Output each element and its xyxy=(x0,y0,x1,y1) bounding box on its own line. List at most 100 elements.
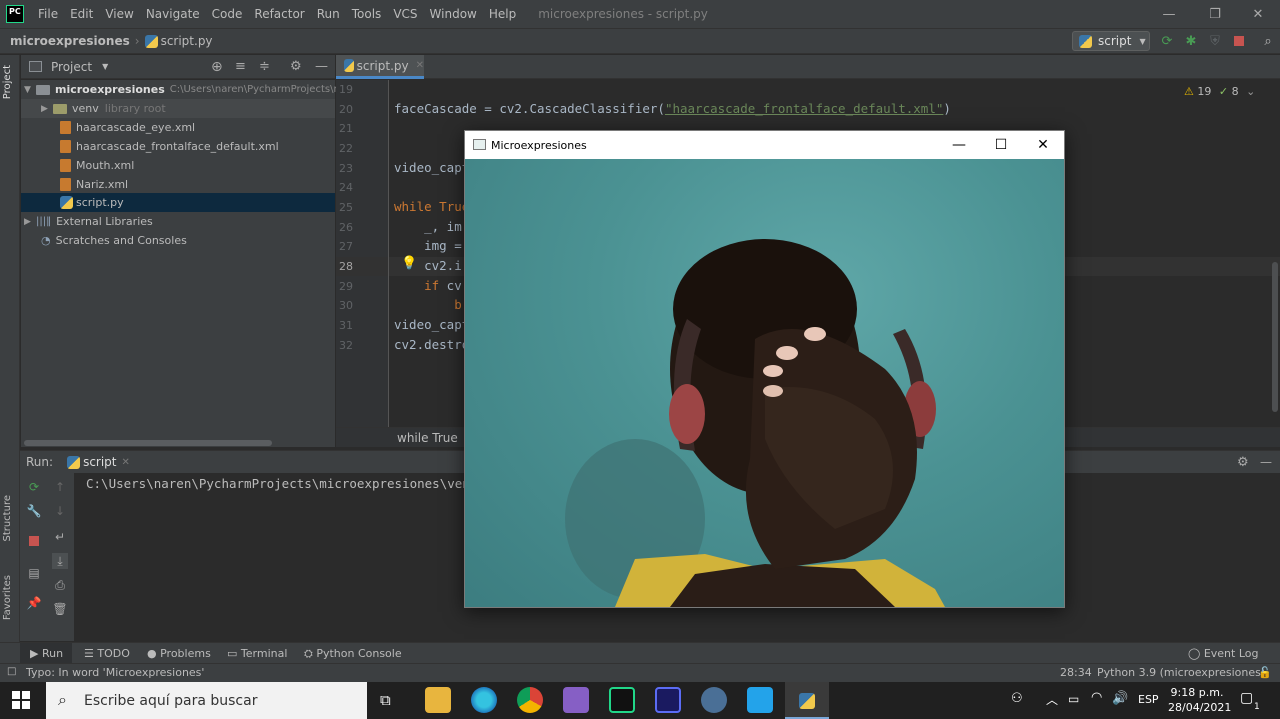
tool-tab-problems[interactable]: ● Problems xyxy=(147,647,211,660)
tool-tab-event-log[interactable]: ◯ Event Log xyxy=(1188,647,1258,660)
breadcrumb-project[interactable]: microexpresiones xyxy=(10,34,130,48)
menu-navigate[interactable]: Navigate xyxy=(140,7,206,21)
close-tab-icon[interactable]: ✕ xyxy=(416,60,424,71)
pin-icon[interactable]: 📌 xyxy=(26,595,42,611)
tree-item-scratches[interactable]: ◔ Scratches and Consoles xyxy=(41,231,187,250)
tool-tab-todo[interactable]: ☰ TODO xyxy=(84,647,130,660)
breadcrumb-file[interactable]: script.py xyxy=(161,34,213,48)
menu-tools[interactable]: Tools xyxy=(346,7,388,21)
trash-icon[interactable]: 🗑 xyxy=(52,601,68,617)
close-tab-icon[interactable]: ✕ xyxy=(122,457,130,468)
hide-panel-icon[interactable]: — xyxy=(1260,455,1272,469)
run-tab-label[interactable]: script xyxy=(83,455,116,469)
hide-panel-icon[interactable]: — xyxy=(315,59,328,74)
menu-refactor[interactable]: Refactor xyxy=(248,7,310,21)
chevron-down-icon[interactable]: ▼ xyxy=(102,62,108,71)
chrome-icon[interactable] xyxy=(517,687,543,713)
arrow-up-icon[interactable]: ↑ xyxy=(52,479,68,495)
tool-tab-label: Run xyxy=(41,647,64,660)
lightbulb-icon[interactable]: 💡 xyxy=(401,256,417,271)
gear-icon[interactable]: ⚙ xyxy=(290,59,302,74)
status-square-icon[interactable]: □ xyxy=(7,666,16,677)
project-panel-title[interactable]: Project xyxy=(51,60,92,74)
visual-studio-icon[interactable] xyxy=(563,687,589,713)
minimize-icon[interactable]: — xyxy=(1146,0,1192,28)
tool-tab-terminal[interactable]: ▭ Terminal xyxy=(227,647,287,660)
arrow-down-icon[interactable]: ↓ xyxy=(52,503,68,519)
volume-icon[interactable]: 🔊 xyxy=(1112,691,1128,706)
edge-icon[interactable] xyxy=(471,687,497,713)
tree-item-file[interactable]: haarcascade_eye.xml xyxy=(60,118,195,137)
menu-edit[interactable]: Edit xyxy=(64,7,99,21)
wrench-icon[interactable]: 🔧 xyxy=(26,503,42,519)
interpreter[interactable]: Python 3.9 (microexpresiones) xyxy=(1097,666,1265,679)
tree-item-file[interactable]: script.py xyxy=(60,193,124,212)
caret-position[interactable]: 28:34 xyxy=(1060,666,1092,679)
rerun-icon[interactable]: ⟳ xyxy=(26,479,42,495)
tree-item-venv[interactable]: ▶ venv library root xyxy=(41,99,166,118)
close-icon[interactable]: ✕ xyxy=(1022,131,1064,159)
tree-root[interactable]: ▼ microexpresiones C:\Users\naren\Pychar… xyxy=(24,80,343,99)
people-icon[interactable]: ⚇ xyxy=(1011,691,1023,706)
soft-wrap-icon[interactable]: ↵ xyxy=(52,529,68,545)
expand-all-icon[interactable]: ≡ xyxy=(235,59,246,74)
notification-icon[interactable]: ▢ xyxy=(1240,690,1253,706)
status-message[interactable]: Typo: In word 'Microexpresiones' xyxy=(26,666,204,679)
tree-item-file[interactable]: haarcascade_frontalface_default.xml xyxy=(60,137,279,156)
camera-window[interactable]: Microexpresiones — ☐ ✕ xyxy=(464,130,1065,608)
intellij-icon[interactable] xyxy=(655,687,681,713)
python-taskbar-button[interactable] xyxy=(785,682,829,719)
editor-tab-script[interactable]: script.py ✕ xyxy=(336,55,424,79)
menu-file[interactable]: File xyxy=(32,7,64,21)
minimize-icon[interactable]: — xyxy=(938,131,980,159)
tree-item-external[interactable]: ▶ |||‖ External Libraries xyxy=(24,212,153,231)
battery-icon[interactable]: ▭ xyxy=(1068,692,1079,706)
print-icon[interactable]: ⎙ xyxy=(52,577,68,593)
app-icon[interactable] xyxy=(701,687,727,713)
coverage-icon[interactable]: ⛨ xyxy=(1207,33,1223,49)
tree-item-file[interactable]: Nariz.xml xyxy=(60,175,128,194)
windows-start-icon[interactable] xyxy=(12,691,30,709)
horizontal-scrollbar[interactable] xyxy=(24,440,272,446)
layout-icon[interactable]: ▤ xyxy=(26,565,42,581)
scroll-to-end-icon[interactable]: ⤓ xyxy=(52,553,68,569)
vscode-icon[interactable] xyxy=(747,687,773,713)
taskbar-search[interactable]: ⌕ Escribe aquí para buscar xyxy=(46,682,367,719)
inspections-widget[interactable]: ⚠ 19 ✓ 8 ⌄ xyxy=(1184,85,1255,98)
chevron-up-icon[interactable]: ︿ xyxy=(1046,691,1058,708)
maximize-icon[interactable]: ☐ xyxy=(980,131,1022,159)
stop-icon[interactable] xyxy=(26,533,42,549)
menu-vcs[interactable]: VCS xyxy=(387,7,423,21)
clock[interactable]: 9:18 p.m. 28/04/2021 xyxy=(1168,685,1231,715)
locate-icon[interactable]: ⊕ xyxy=(211,59,223,75)
rerun-icon[interactable]: ⟳ xyxy=(1159,33,1175,49)
gear-icon[interactable]: ⚙ xyxy=(1237,455,1249,470)
lock-icon[interactable]: 🔓 xyxy=(1258,666,1272,679)
pycharm-icon[interactable] xyxy=(609,687,635,713)
tree-item-file[interactable]: Mouth.xml xyxy=(60,156,134,175)
wifi-icon[interactable]: ◠ xyxy=(1091,690,1102,705)
menu-window[interactable]: Window xyxy=(424,7,483,21)
side-tab-project[interactable]: Project xyxy=(2,65,13,99)
tool-tab-run[interactable]: ▶ Run xyxy=(30,647,63,660)
language-indicator[interactable]: ESP xyxy=(1138,693,1159,706)
tool-tab-python-console[interactable]: ⛭ Python Console xyxy=(304,647,402,661)
editor-scrollbar[interactable] xyxy=(1272,262,1278,412)
run-toolbar: ⟳ ↑ 🔧 ↓ ↵ ⤓ ▤ ⎙ 📌 🗑 xyxy=(20,473,74,641)
debug-icon[interactable]: ✱ xyxy=(1183,33,1199,49)
task-view-icon[interactable]: ⧉ xyxy=(380,691,391,709)
run-config-select[interactable]: script ▼ xyxy=(1072,31,1150,51)
breadcrumb-while[interactable]: while True xyxy=(397,431,458,445)
menu-code[interactable]: Code xyxy=(206,7,249,21)
menu-help[interactable]: Help xyxy=(483,7,522,21)
menu-run[interactable]: Run xyxy=(311,7,346,21)
stop-icon[interactable] xyxy=(1231,33,1247,49)
close-icon[interactable]: ✕ xyxy=(1235,0,1280,28)
collapse-all-icon[interactable]: ≑ xyxy=(259,59,270,74)
maximize-icon[interactable]: ❐ xyxy=(1192,0,1238,28)
file-explorer-icon[interactable] xyxy=(425,687,451,713)
side-tab-favorites[interactable]: Favorites xyxy=(2,575,13,620)
side-tab-structure[interactable]: Structure xyxy=(2,495,13,542)
search-icon[interactable]: ⌕ xyxy=(1260,33,1276,49)
menu-view[interactable]: View xyxy=(99,7,139,21)
